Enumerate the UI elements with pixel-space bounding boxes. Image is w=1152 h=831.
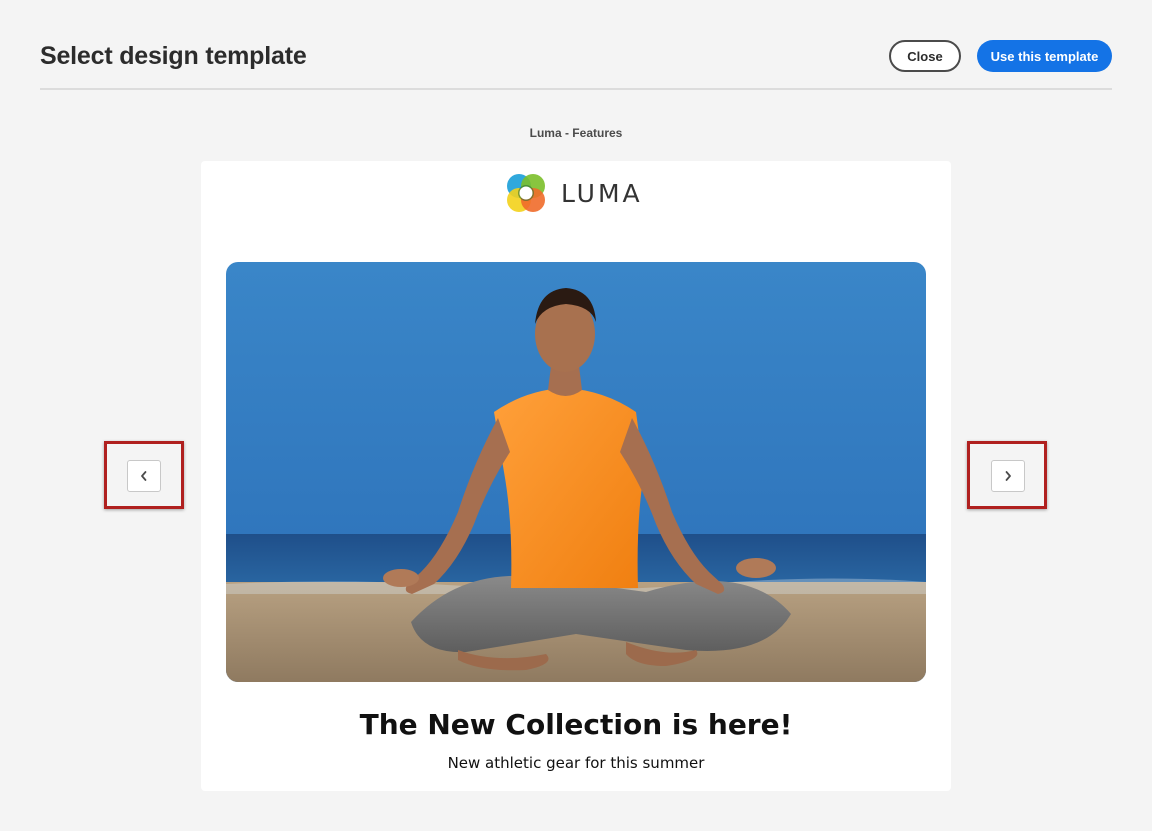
luma-logo: LUMA — [503, 170, 643, 216]
hero-image — [226, 262, 926, 682]
dialog-header: Select design template Close Use this te… — [40, 38, 1112, 90]
luma-logo-mark — [507, 174, 545, 212]
next-template-button[interactable] — [991, 460, 1025, 492]
chevron-left-icon — [141, 471, 147, 481]
dialog-title: Select design template — [40, 42, 307, 70]
template-name: Luma - Features — [529, 126, 623, 140]
previous-template-button[interactable] — [127, 460, 161, 492]
chevron-right-icon — [1005, 471, 1011, 481]
close-button[interactable]: Close — [889, 40, 961, 72]
promo-subline: New athletic gear for this summer — [447, 754, 705, 772]
template-dialog: Select design template Close Use this te… — [0, 0, 1152, 831]
luma-logo-text: LUMA — [561, 178, 643, 208]
promo-headline: The New Collection is here! — [359, 708, 793, 741]
use-template-button[interactable]: Use this template — [977, 40, 1112, 72]
meditation-illustration — [226, 262, 926, 682]
template-preview-card: LUMA The New Collection is here! New ath… — [201, 161, 951, 791]
